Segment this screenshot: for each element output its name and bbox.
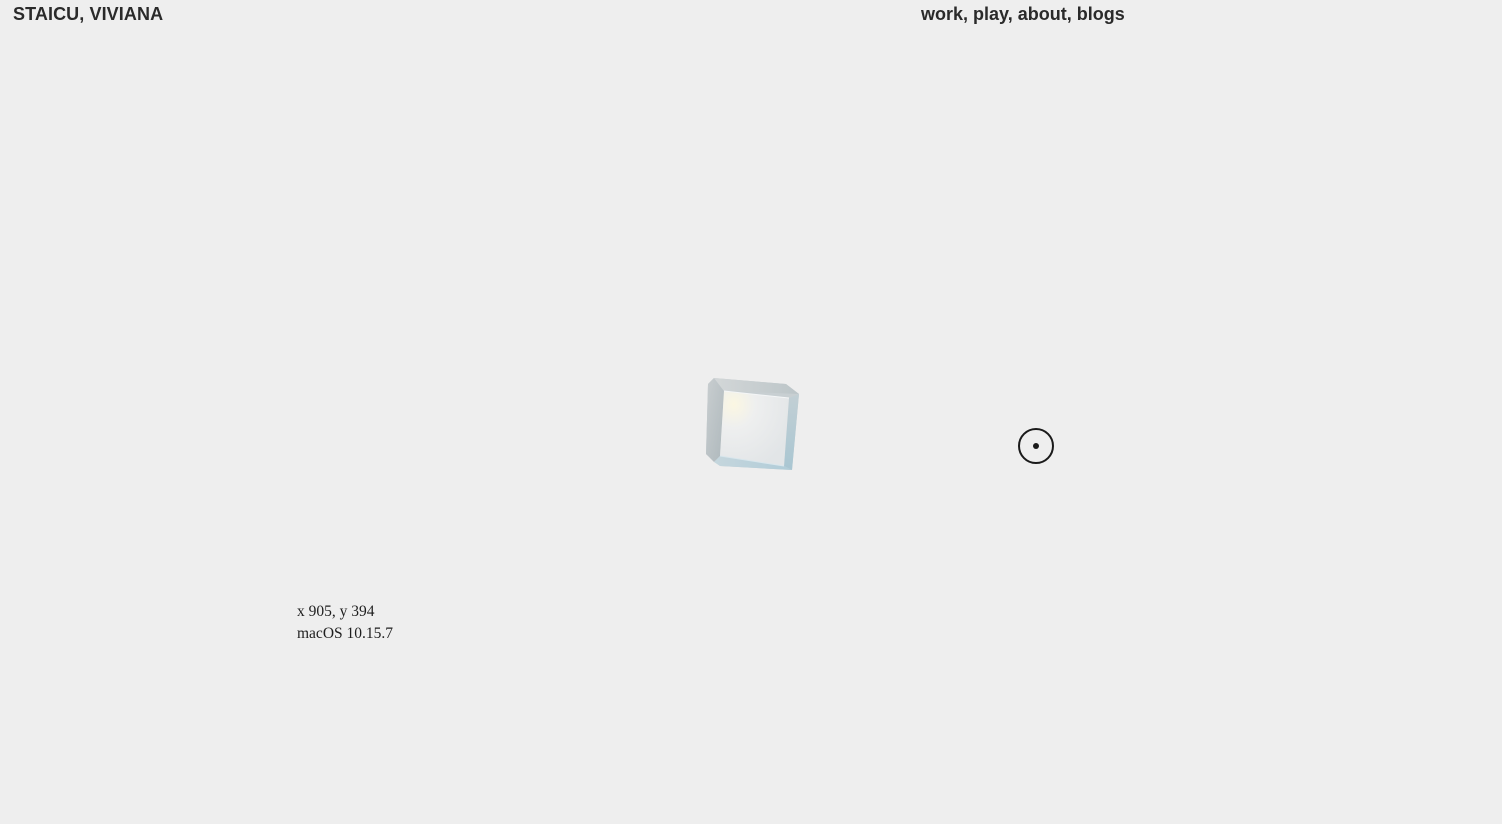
main-nav: work, play, about, blogs bbox=[921, 4, 1125, 25]
nav-separator: , bbox=[963, 4, 969, 24]
cursor-icon bbox=[1018, 428, 1054, 464]
nav-link-about[interactable]: about bbox=[1018, 4, 1067, 24]
site-title[interactable]: STAICU, VIVIANA bbox=[13, 4, 163, 25]
nav-separator: , bbox=[1007, 4, 1013, 24]
system-info: x 905, y 394 macOS 10.15.7 bbox=[297, 601, 393, 645]
pointer-coordinates: x 905, y 394 bbox=[297, 603, 375, 620]
os-version: macOS 10.15.7 bbox=[297, 625, 394, 642]
cursor-dot bbox=[1033, 443, 1039, 449]
glass-cube-icon[interactable] bbox=[700, 372, 806, 476]
nav-link-blogs[interactable]: blogs bbox=[1077, 4, 1125, 24]
nav-link-work[interactable]: work bbox=[921, 4, 963, 24]
nav-link-play[interactable]: play bbox=[973, 4, 1008, 24]
nav-separator: , bbox=[1066, 4, 1072, 24]
